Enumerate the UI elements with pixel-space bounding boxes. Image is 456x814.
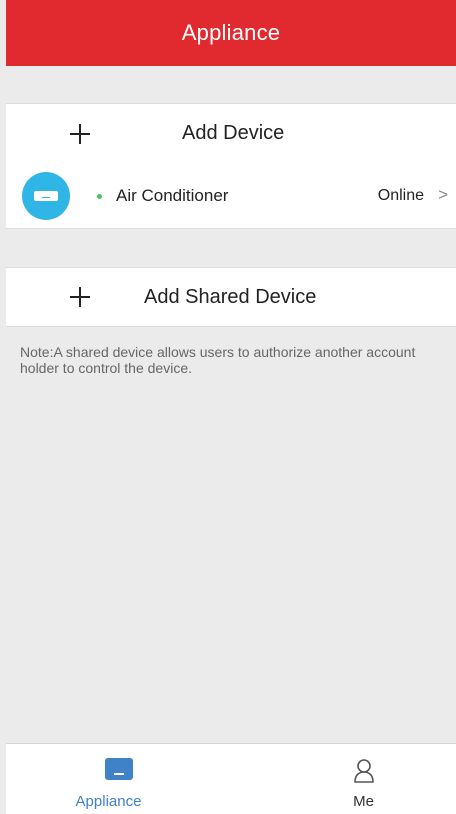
device-status: Online — [377, 187, 424, 204]
plus-icon — [70, 287, 90, 307]
add-device-label: Add Device — [182, 122, 285, 144]
app-screen: Appliance Add Device Air Conditioner Onl… — [6, 0, 456, 814]
page-title: Appliance — [181, 20, 281, 45]
bottom-tab-bar: Appliance Me — [6, 743, 456, 814]
add-shared-device-button[interactable]: Add Shared Device — [6, 267, 456, 327]
shared-device-note: Note:A shared device allows users to aut… — [20, 344, 416, 376]
appliance-icon — [104, 758, 133, 780]
add-shared-device-label: Add Shared Device — [144, 286, 317, 308]
tab-me-label: Me — [353, 793, 374, 810]
air-conditioner-icon — [22, 172, 70, 220]
plus-icon — [70, 124, 90, 144]
tab-appliance[interactable]: Appliance — [6, 744, 231, 814]
tab-appliance-label: Appliance — [75, 793, 142, 810]
person-icon — [353, 759, 374, 783]
tab-me[interactable]: Me — [231, 744, 456, 814]
add-device-button[interactable]: Add Device — [6, 103, 456, 165]
chevron-right-icon: > — [438, 185, 448, 204]
header-bar: Appliance — [6, 0, 456, 66]
online-status-dot — [97, 194, 102, 199]
device-item-air-conditioner[interactable]: Air Conditioner Online > — [6, 164, 456, 229]
device-name: Air Conditioner — [116, 186, 229, 205]
